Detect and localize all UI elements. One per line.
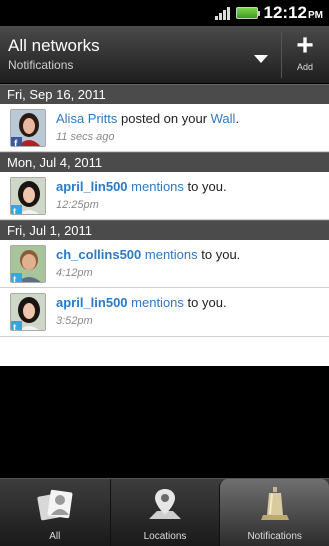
status-clock: 12:12PM [264,3,323,23]
target-link[interactable]: Wall [211,111,236,126]
mentions-link[interactable]: mentions [128,295,184,310]
timestamp: 3:52pm [56,315,93,327]
tab-all[interactable]: All [0,479,110,546]
avatar: t [10,245,46,283]
plus-icon: + [296,29,314,62]
bell-icon [260,487,289,520]
actor-link[interactable]: Alisa Pritts [56,111,117,126]
tab-label: Notifications [247,531,302,542]
add-button[interactable]: + Add [283,30,327,80]
list-item[interactable]: t april_lin500 mentions to you. 12:25pm [0,172,329,220]
bottom-tab-bar: All Locations Notifications [0,478,329,546]
avatar: f [10,109,46,147]
tab-label: All [49,531,61,542]
header-subtitle: Notifications [8,58,74,72]
timestamp: 11 secs ago [56,131,115,143]
location-pin-icon [149,489,181,519]
date-header: Fri, Jul 1, 2011 [0,220,329,240]
date-header: Mon, Jul 4, 2011 [0,152,329,172]
notification-text: april_lin500 mentions to you. [56,179,227,194]
notification-list[interactable]: Fri, Sep 16, 2011 f Alisa Pritts posted … [0,84,329,366]
mentions-link[interactable]: mentions [141,247,198,262]
notification-suffix: to you. [197,247,241,262]
clock-ampm: PM [308,10,323,21]
mentions-link[interactable]: mentions [128,179,184,194]
add-label: Add [296,62,313,72]
notification-text: Alisa Pritts posted on your Wall. [56,111,239,126]
network-selector[interactable]: All networks Notifications [8,36,268,72]
dropdown-arrow-icon[interactable] [254,55,268,63]
notification-verb: posted on your [117,111,211,126]
list-item[interactable]: t ch_collins500 mentions to you. 4:12pm [0,240,329,288]
header-divider [281,32,282,78]
timestamp: 12:25pm [56,199,99,211]
empty-area [0,366,329,478]
actor-link[interactable]: april_lin500 [56,179,128,194]
tab-label: Locations [143,531,187,542]
notification-suffix: to you. [183,295,227,310]
notification-text: ch_collins500 mentions to you. [56,247,240,262]
avatar: t [10,177,46,215]
header-title: All networks [8,36,100,55]
signal-icon [214,6,230,20]
notification-suffix: to you. [183,179,227,194]
battery-icon [235,7,260,19]
avatar: t [10,293,46,331]
actor-link[interactable]: ch_collins500 [56,247,141,262]
actor-link[interactable]: april_lin500 [56,295,128,310]
notification-suffix: . [235,111,240,126]
app-header: All networks Notifications + Add [0,26,329,84]
list-item[interactable]: t april_lin500 mentions to you. 3:52pm [0,288,329,337]
date-header: Fri, Sep 16, 2011 [0,84,329,104]
timestamp: 4:12pm [56,267,93,279]
tab-locations[interactable]: Locations [109,479,220,546]
list-item[interactable]: f Alisa Pritts posted on your Wall. 11 s… [0,104,329,152]
clock-time: 12:12 [263,3,307,22]
people-icon [37,489,73,521]
notification-text: april_lin500 mentions to you. [56,295,227,310]
status-bar: 12:12PM [0,0,329,26]
tab-notifications[interactable]: Notifications [219,479,329,546]
